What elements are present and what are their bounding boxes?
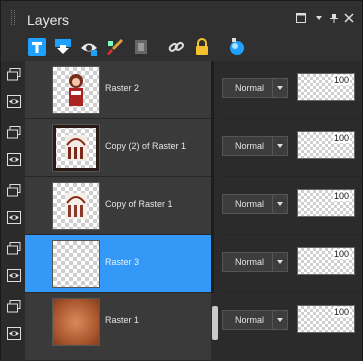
eye-icon[interactable]: [7, 269, 21, 282]
layer-properties: Normal 100: [219, 293, 362, 351]
new-raster-layer-icon[interactable]: [27, 37, 47, 57]
close-icon[interactable]: [344, 13, 354, 23]
layer-thumbnail: [52, 66, 100, 114]
layer-group-icon[interactable]: [7, 184, 21, 197]
pin-icon[interactable]: [329, 13, 339, 23]
opacity-value: 100: [332, 133, 350, 143]
opacity-value: 100: [332, 75, 350, 85]
opacity-field[interactable]: 100: [297, 131, 355, 159]
blend-mode-value: Normal: [235, 199, 265, 209]
divider: [211, 177, 214, 235]
opacity-field[interactable]: 100: [297, 305, 355, 333]
opacity-value: 100: [332, 191, 350, 201]
layer-name: Raster 1: [105, 315, 140, 325]
layer-group-icon[interactable]: [7, 68, 21, 81]
divider: [211, 119, 214, 177]
eye-icon[interactable]: [7, 95, 21, 108]
layer-thumbnail: [52, 182, 100, 230]
layer-row[interactable]: Copy (2) of Raster 1: [25, 119, 211, 177]
layer-row-left: [1, 61, 25, 119]
layer-group-icon[interactable]: [7, 242, 21, 255]
float-window-icon[interactable]: [296, 13, 306, 23]
chevron-down-icon[interactable]: [272, 195, 287, 213]
panel-menu-icon[interactable]: [314, 13, 324, 23]
layer-name: Raster 2: [105, 83, 140, 93]
layer-row-left: [1, 119, 25, 177]
chevron-down-icon[interactable]: [272, 79, 287, 97]
lock-icon[interactable]: [192, 37, 212, 57]
blend-mode-icon[interactable]: [227, 37, 247, 57]
chevron-down-icon[interactable]: [272, 311, 287, 329]
layer-properties: Normal 100: [219, 61, 362, 119]
chevron-down-icon[interactable]: [272, 253, 287, 271]
opacity-value: 100: [332, 307, 350, 317]
blend-mode-value: Normal: [235, 83, 265, 93]
eye-icon[interactable]: [7, 153, 21, 166]
opacity-field[interactable]: 100: [297, 247, 355, 275]
layer-row-left: [1, 293, 25, 351]
blend-mode-select[interactable]: Normal: [222, 78, 288, 98]
opacity-value: 100: [332, 249, 350, 259]
opacity-field[interactable]: 100: [297, 73, 355, 101]
layer-group-icon[interactable]: [7, 126, 21, 139]
layer-row[interactable]: Raster 2: [25, 61, 211, 119]
layer-row[interactable]: Copy of Raster 1: [25, 177, 211, 235]
layer-thumbnail: [52, 124, 100, 172]
layer-row-left: [1, 177, 25, 235]
panel-title: Layers: [27, 12, 70, 28]
layer-row-left: [1, 235, 25, 293]
visibility-toggle-icon[interactable]: [79, 37, 99, 57]
link-icon[interactable]: [166, 37, 186, 57]
blend-mode-select[interactable]: Normal: [222, 194, 288, 214]
blend-mode-select[interactable]: Normal: [222, 136, 288, 156]
layer-row-selected[interactable]: Raster 3: [25, 235, 211, 293]
column-resize-handle[interactable]: [212, 306, 218, 340]
layer-name: Copy (2) of Raster 1: [105, 141, 187, 151]
layer-properties: Normal 100: [219, 177, 362, 235]
eye-icon[interactable]: [7, 327, 21, 340]
layer-group-icon[interactable]: [7, 300, 21, 313]
drag-grip-icon[interactable]: [11, 10, 15, 25]
blend-mode-value: Normal: [235, 257, 265, 267]
blend-mode-value: Normal: [235, 141, 265, 151]
layer-thumbnail: [52, 240, 100, 288]
mask-icon[interactable]: [131, 37, 151, 57]
eye-icon[interactable]: [7, 211, 21, 224]
opacity-field[interactable]: 100: [297, 189, 355, 217]
layer-thumbnail: [52, 298, 100, 346]
layers-panel: Layers Raster 2 Normal 100 Copy (2) of R…: [0, 0, 363, 361]
divider: [211, 61, 214, 119]
layers-toolbar: [1, 33, 362, 61]
blend-mode-value: Normal: [235, 315, 265, 325]
layer-name: Raster 3: [105, 257, 140, 267]
divider: [211, 235, 214, 293]
layer-name: Copy of Raster 1: [105, 199, 173, 209]
blend-mode-select[interactable]: Normal: [222, 252, 288, 272]
merge-down-icon[interactable]: [53, 37, 73, 57]
panel-titlebar[interactable]: Layers: [1, 1, 362, 33]
layer-properties: Normal 100: [219, 235, 362, 293]
layer-row[interactable]: Raster 1: [25, 293, 211, 361]
chevron-down-icon[interactable]: [272, 137, 287, 155]
layer-properties: Normal 100: [219, 119, 362, 177]
blend-mode-select[interactable]: Normal: [222, 310, 288, 330]
paint-brush-icon[interactable]: [105, 37, 125, 57]
